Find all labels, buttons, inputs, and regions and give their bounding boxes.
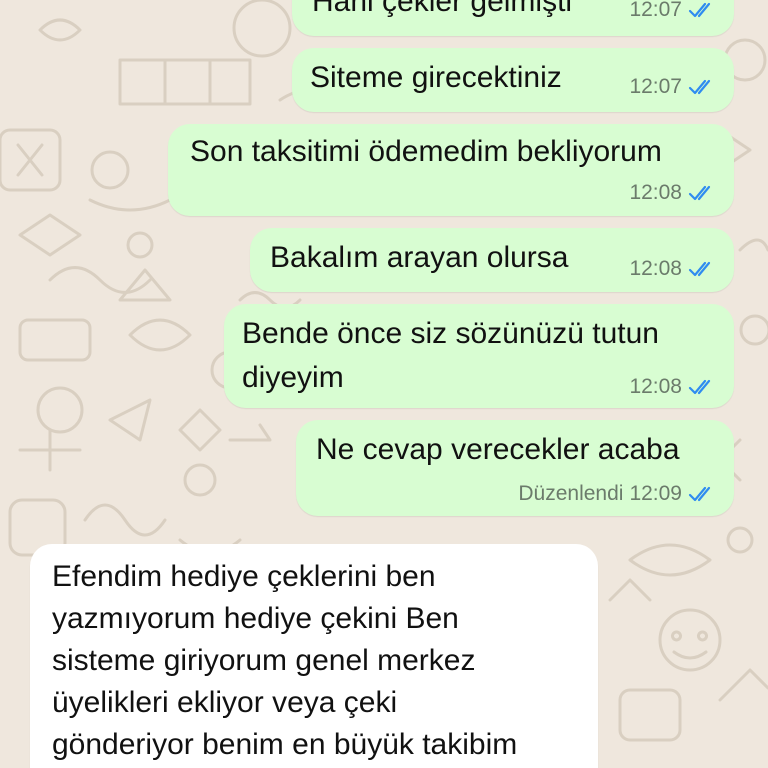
message-time: 12:08 xyxy=(629,375,682,398)
message-meta: 12:07 xyxy=(629,75,716,99)
double-check-icon xyxy=(688,184,716,202)
double-check-icon xyxy=(688,260,716,278)
outgoing-message-bubble[interactable]: Bakalım arayan olursa 12:08 xyxy=(250,228,734,292)
message-meta: Düzenlendi 12:09 xyxy=(518,482,716,506)
message-text: Hani çekler gelmişti xyxy=(312,0,573,18)
message-text: Siteme girecektiniz xyxy=(310,61,562,94)
outgoing-message-bubble[interactable]: Siteme girecektiniz 12:07 xyxy=(292,48,734,112)
chat-screen: Hani çekler gelmişti 12:07 Siteme girece… xyxy=(0,0,768,768)
incoming-message-bubble[interactable]: Efendim hediye çeklerini ben yazmıyorum … xyxy=(30,544,598,768)
message-text: Son taksitimi ödemedim bekliyorum xyxy=(190,135,662,168)
message-text: Ne cevap verecekler acaba xyxy=(316,433,680,466)
message-text: Efendim hediye çeklerini ben yazmıyorum … xyxy=(52,560,518,761)
message-text: Bakalım arayan olursa xyxy=(270,241,569,274)
message-meta: 12:08 xyxy=(629,181,716,205)
message-time: 12:07 xyxy=(629,75,682,98)
outgoing-message-bubble[interactable]: Son taksitimi ödemedim bekliyorum 12:08 xyxy=(168,124,734,216)
edited-label: Düzenlendi xyxy=(518,482,624,505)
message-time: 12:07 xyxy=(629,0,682,21)
message-time: 12:08 xyxy=(629,257,682,280)
double-check-icon xyxy=(688,485,716,503)
double-check-icon xyxy=(688,378,716,396)
outgoing-message-bubble[interactable]: Ne cevap verecekler acaba Düzenlendi 12:… xyxy=(296,420,734,516)
message-meta: 12:08 xyxy=(629,257,716,281)
outgoing-message-bubble[interactable]: Bende önce siz sözünüzü tutun diyeyim 12… xyxy=(224,304,734,408)
message-meta: 12:07 xyxy=(629,0,716,22)
outgoing-message-bubble[interactable]: Hani çekler gelmişti 12:07 xyxy=(292,0,734,36)
message-text: Bende önce siz sözünüzü tutun diyeyim xyxy=(242,317,659,394)
double-check-icon xyxy=(688,78,716,96)
double-check-icon xyxy=(688,1,716,19)
message-time: 12:08 xyxy=(629,181,682,204)
message-time: 12:09 xyxy=(629,482,682,505)
message-meta: 12:08 xyxy=(629,375,716,399)
